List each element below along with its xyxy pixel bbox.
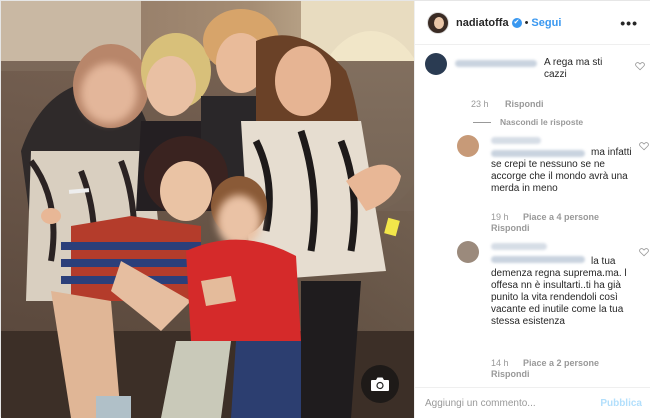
follow-button[interactable]: Segui xyxy=(531,17,561,29)
hide-replies-line xyxy=(473,122,491,123)
comment-likes[interactable]: Piace a 2 persone xyxy=(523,358,599,368)
avatar[interactable] xyxy=(427,11,449,34)
hide-replies-button[interactable]: Nascondi le risposte xyxy=(500,117,583,127)
comment-time: 19 h xyxy=(491,212,509,222)
comments-list: A rega ma sti cazzi 23 h Rispondi Nascon… xyxy=(415,45,650,385)
verified-badge-icon: ✔ xyxy=(511,17,522,28)
instagram-post-window: nadiatoffa ✔ • Segui ••• A rega ma sti c… xyxy=(0,0,650,418)
comment-text: ma infatti se crepi te nessuno se ne acc… xyxy=(491,147,632,194)
more-options-icon[interactable]: ••• xyxy=(620,15,638,31)
post-sidebar: nadiatoffa ✔ • Segui ••• A rega ma sti c… xyxy=(414,1,650,418)
camera-button[interactable] xyxy=(361,365,399,403)
publish-button[interactable]: Pubblica xyxy=(600,398,642,409)
comment-input[interactable] xyxy=(425,397,601,409)
comment-text: A rega ma sti cazzi xyxy=(544,57,603,80)
comment-item: A rega ma sti cazzi 23 h Rispondi Nascon… xyxy=(425,53,645,133)
comment-text: la tua demenza regna suprema.ma. l offes… xyxy=(491,256,627,327)
reply-button[interactable]: Rispondi xyxy=(505,99,544,109)
commenter-avatar[interactable] xyxy=(425,53,447,75)
post-photo[interactable] xyxy=(1,1,414,418)
commenter-avatar[interactable] xyxy=(457,241,479,263)
commenter-username-redacted xyxy=(491,243,547,250)
comment-item: ma infatti se crepi te nessuno se ne acc… xyxy=(457,135,649,245)
comment-composer: Pubblica xyxy=(415,387,650,418)
reply-button[interactable]: Rispondi xyxy=(491,369,530,379)
commenter-avatar[interactable] xyxy=(457,135,479,157)
comment-time: 14 h xyxy=(491,358,509,368)
commenter-username-redacted xyxy=(455,60,537,67)
reply-button[interactable]: Rispondi xyxy=(491,223,530,233)
camera-icon xyxy=(371,377,389,391)
separator-dot: • xyxy=(524,16,529,29)
username[interactable]: nadiatoffa xyxy=(456,17,509,29)
like-heart-icon[interactable] xyxy=(635,61,645,71)
comment-time: 23 h xyxy=(471,99,489,109)
commenter-username-redacted xyxy=(491,137,541,144)
like-heart-icon[interactable] xyxy=(639,247,649,257)
like-heart-icon[interactable] xyxy=(639,141,649,151)
comment-item: la tua demenza regna suprema.ma. l offes… xyxy=(457,241,649,385)
comment-likes[interactable]: Piace a 4 persone xyxy=(523,212,599,222)
post-header: nadiatoffa ✔ • Segui ••• xyxy=(415,1,650,45)
photo-illustration xyxy=(1,1,414,418)
